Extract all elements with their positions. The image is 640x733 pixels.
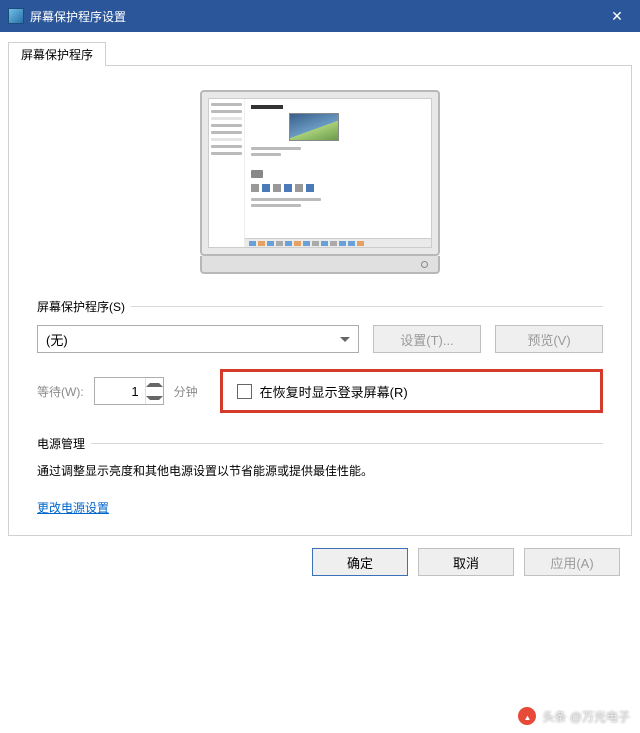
watermark: 头条 @万光电子	[518, 707, 630, 725]
wait-label: 等待(W):	[37, 383, 84, 400]
app-icon	[8, 8, 24, 24]
chevron-up-icon	[146, 383, 163, 387]
tab-strip: 屏幕保护程序	[8, 40, 632, 66]
chevron-down-icon	[146, 396, 163, 400]
power-description: 通过调整显示亮度和其他电源设置以节省能源或提供最佳性能。	[37, 462, 603, 479]
monitor-preview	[200, 90, 440, 274]
watermark-icon	[518, 707, 536, 725]
wait-input[interactable]	[95, 378, 145, 404]
screensaver-select-value: (无)	[46, 330, 68, 349]
wait-down-button[interactable]	[146, 391, 163, 404]
resume-logon-label: 在恢复时显示登录屏幕(R)	[260, 382, 408, 401]
resume-logon-checkbox[interactable]	[237, 384, 252, 399]
apply-button[interactable]: 应用(A)	[524, 548, 620, 576]
tab-screensaver[interactable]: 屏幕保护程序	[8, 42, 106, 66]
close-button[interactable]: ✕	[594, 0, 640, 32]
settings-button[interactable]: 设置(T)...	[373, 325, 481, 353]
cancel-button[interactable]: 取消	[418, 548, 514, 576]
preview-area	[37, 90, 603, 274]
ok-button[interactable]: 确定	[312, 548, 408, 576]
wait-spinner[interactable]	[94, 377, 164, 405]
preview-button[interactable]: 预览(V)	[495, 325, 603, 353]
titlebar: 屏幕保护程序设置 ✕	[0, 0, 640, 32]
dialog-body: 屏幕保护程序	[0, 32, 640, 590]
wait-unit: 分钟	[174, 383, 198, 400]
window-title: 屏幕保护程序设置	[30, 8, 594, 25]
wait-up-button[interactable]	[146, 378, 163, 391]
power-heading: 电源管理	[37, 435, 603, 452]
wait-row: 等待(W): 分钟 在恢复时显示登录屏幕(R)	[37, 369, 603, 413]
change-power-link[interactable]: 更改电源设置	[37, 501, 109, 515]
tab-panel: 屏幕保护程序(S) (无) 设置(T)... 预览(V) 等待(W): 分钟	[8, 66, 632, 536]
screensaver-row: (无) 设置(T)... 预览(V)	[37, 325, 603, 353]
screensaver-heading: 屏幕保护程序(S)	[37, 298, 603, 315]
screensaver-select[interactable]: (无)	[37, 325, 359, 353]
chevron-down-icon	[340, 337, 350, 342]
dialog-footer: 确定 取消 应用(A)	[8, 536, 632, 590]
highlight-box: 在恢复时显示登录屏幕(R)	[220, 369, 603, 413]
power-indicator-icon	[421, 261, 428, 268]
watermark-text: 头条 @万光电子	[542, 708, 630, 725]
